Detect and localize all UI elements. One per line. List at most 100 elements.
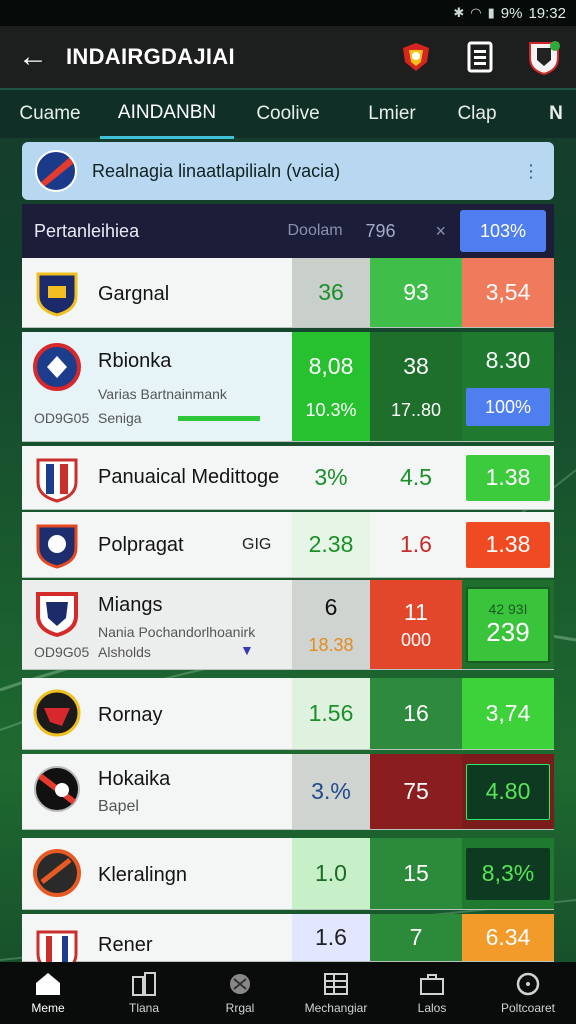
list-icon <box>467 41 493 73</box>
odds-cell-1[interactable]: 6 18.38 <box>292 580 370 669</box>
odds-cell-2[interactable]: 16 <box>370 678 462 749</box>
header-col3: 796 <box>365 220 396 241</box>
table-row[interactable]: Gargnal 36 93 3,54 <box>22 258 554 328</box>
team-crest-icon <box>33 343 81 391</box>
odds-cell-3[interactable]: 1.38 <box>462 446 554 509</box>
bluetooth-icon: ✱ <box>453 5 465 20</box>
odds-cell-3[interactable]: 3,54 <box>462 258 554 327</box>
home-icon <box>36 973 60 995</box>
odds-cell-3[interactable]: 8,3% <box>462 838 554 909</box>
team-cell: Miangs Nania Pochandorlhoanirk OD9G05 Al… <box>22 580 292 669</box>
team-cell: Gargnal <box>22 258 292 327</box>
odds-cell-2[interactable]: 75 <box>370 754 462 829</box>
clock: 19:32 <box>528 4 566 22</box>
team-crest-icon <box>34 766 80 812</box>
odds-cell-2[interactable]: 15 <box>370 838 462 909</box>
odds-cell-1[interactable]: 1.6 <box>292 914 370 961</box>
profile-button[interactable] <box>512 26 576 88</box>
odds-sub: 17..80 <box>390 399 442 420</box>
team-meta: Bapel <box>98 798 139 815</box>
team-cell: Hokaika Bapel <box>22 754 292 829</box>
odds-cell-3[interactable]: 8.30 100% <box>462 332 554 441</box>
table-row[interactable]: Rener 1.6 7 6.34 <box>22 914 554 975</box>
header-pct-badge[interactable]: 103% <box>460 210 546 252</box>
odds-cell-3[interactable]: 4.80 <box>462 754 554 829</box>
table-icon <box>324 973 348 995</box>
back-arrow-icon[interactable]: ← <box>0 40 66 74</box>
table-row-expanded[interactable]: Miangs Nania Pochandorlhoanirk OD9G05 Al… <box>22 580 554 670</box>
team-cell: Kleralingn <box>22 838 292 909</box>
odds-cell-3[interactable]: 1.38 <box>462 512 554 577</box>
table-row[interactable]: Rornay 1.56 16 3,74 <box>22 678 554 750</box>
team-meta2: Alsholds <box>98 644 151 660</box>
banner-text: Realnagia linaatlapilialn (vacia) <box>92 160 341 181</box>
briefcase-icon <box>420 974 444 995</box>
odds-cell-1[interactable]: 2.38 <box>292 512 370 577</box>
team-name: Rornay <box>98 704 163 726</box>
odds-value: 6 <box>324 593 338 620</box>
team-badge-button[interactable] <box>384 26 448 88</box>
wifi-icon: ◠ <box>470 5 482 20</box>
odds-pill: 42 93I 239 <box>466 586 550 663</box>
app-bar: ← INDAIRGDAJIAI <box>0 26 576 88</box>
team-name: Panuaical Medittoge <box>98 466 280 488</box>
odds-sub: 18.38 <box>308 634 354 655</box>
odds-cell-2[interactable]: 11 000 <box>370 580 462 669</box>
close-icon[interactable]: × <box>435 221 446 242</box>
table-row[interactable]: Hokaika Bapel 3.% 75 4.80 <box>22 754 554 830</box>
odds-cell-3[interactable]: 42 93I 239 <box>462 580 554 669</box>
tab-more[interactable]: N <box>536 103 576 125</box>
list-button[interactable] <box>448 26 512 88</box>
nav-label: Rrgal <box>225 1001 255 1015</box>
header-col2: Doolam <box>287 222 343 239</box>
odds-cell-1[interactable]: 8,08 10.3% <box>292 332 370 441</box>
status-bar: ✱ ◠ ▮ 9% 19:32 <box>0 0 576 26</box>
odds-cell-3[interactable]: 6.34 <box>462 914 554 961</box>
nav-ball[interactable]: Rrgal <box>192 962 288 1024</box>
header-label: Pertanleihiea <box>34 220 140 241</box>
table-row[interactable]: Polpragat GIG 2.38 1.6 1.38 <box>22 512 554 578</box>
table-row[interactable]: Kleralingn 1.0 15 8,3% <box>22 838 554 910</box>
odds-cell-2[interactable]: 38 17..80 <box>370 332 462 441</box>
tab-coolive[interactable]: Coolive <box>234 89 342 139</box>
tab-aindanbn[interactable]: AINDANBN <box>100 89 234 139</box>
team-cell: Rbionka Varias Bartnainmank OD9G05 Senig… <box>22 332 292 441</box>
nav-label: Poltcoaret <box>500 1001 556 1015</box>
more-vert-icon[interactable]: ⋮ <box>522 161 540 182</box>
odds-sub: 100% <box>466 388 550 426</box>
team-meta2: Seniga <box>98 410 142 426</box>
nav-lalos[interactable]: Lalos <box>384 962 480 1024</box>
odds-cell-1[interactable]: 1.56 <box>292 678 370 749</box>
tab-clap[interactable]: Clap <box>442 89 512 139</box>
team-name: Polpragat <box>98 534 184 556</box>
chevron-down-icon[interactable]: ▼ <box>240 642 254 658</box>
odds-value: 1.38 <box>466 521 550 568</box>
table-row-expanded[interactable]: Rbionka Varias Bartnainmank OD9G05 Senig… <box>22 332 554 442</box>
tab-cuame[interactable]: Cuame <box>0 89 100 139</box>
odds-cell-3[interactable]: 3,74 <box>462 678 554 749</box>
nav-matches[interactable]: Mechangiar <box>288 962 384 1024</box>
team-crest-icon <box>33 849 81 897</box>
grid-icon <box>132 972 156 996</box>
nav-home[interactable]: Meme <box>0 962 96 1024</box>
shield-icon <box>529 41 560 76</box>
tab-lmier[interactable]: Lmier <box>342 89 442 139</box>
odds-sub: 10.3% <box>305 399 357 420</box>
team-crest-icon <box>36 524 78 569</box>
odds-value: 8,08 <box>308 352 354 379</box>
odds-cell-2[interactable]: 7 <box>370 914 462 961</box>
nav-profile[interactable]: Poltcoaret <box>480 962 576 1024</box>
odds-cell-1[interactable]: 3% <box>292 446 370 509</box>
odds-cell-2[interactable]: 93 <box>370 258 462 327</box>
odds-cell-1[interactable]: 36 <box>292 258 370 327</box>
odds-cell-1[interactable]: 1.0 <box>292 838 370 909</box>
league-banner[interactable]: Realnagia linaatlapilialn (vacia) ⋮ <box>22 142 554 200</box>
nav-trains[interactable]: Tlana <box>96 962 192 1024</box>
nav-label: Lalos <box>417 1001 447 1015</box>
odds-cell-2[interactable]: 1.6 <box>370 512 462 577</box>
odds-cell-2[interactable]: 4.5 <box>370 446 462 509</box>
signal-icon: ▮ <box>487 5 495 20</box>
table-row[interactable]: Panuaical Medittoge 3% 4.5 1.38 <box>22 446 554 510</box>
odds-cell-1[interactable]: 3.% <box>292 754 370 829</box>
circle-icon <box>516 972 540 996</box>
